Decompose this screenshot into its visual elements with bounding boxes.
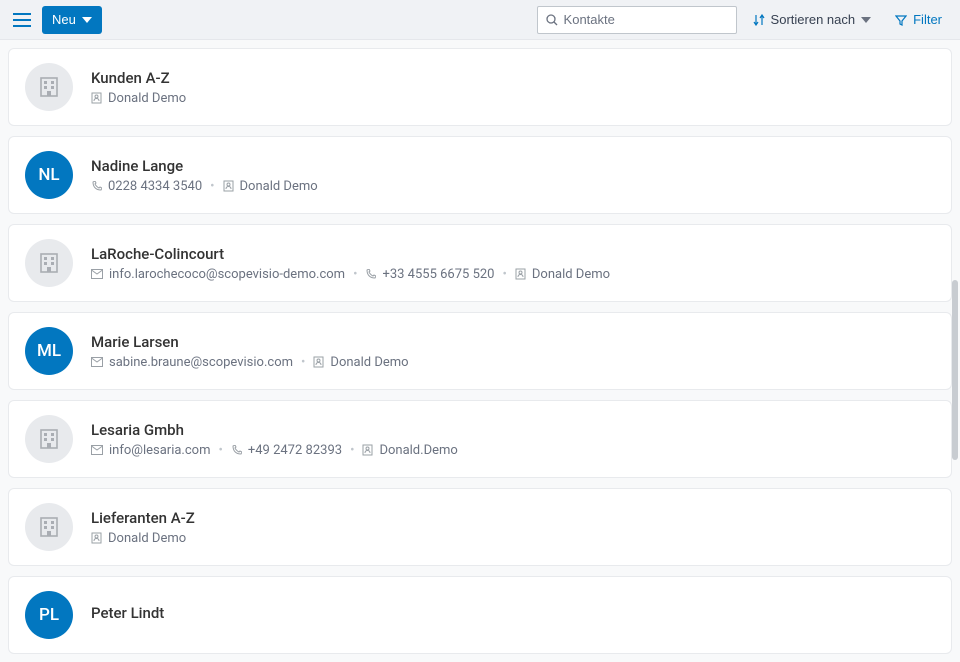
user-icon bbox=[515, 268, 526, 280]
mail-icon bbox=[91, 357, 103, 367]
user-icon bbox=[362, 444, 373, 456]
contact-card[interactable]: Lesaria Gmbh info@lesaria.com • +49 2472 82… bbox=[8, 400, 952, 478]
separator: • bbox=[301, 355, 305, 370]
mail-icon bbox=[91, 269, 103, 279]
filter-button[interactable]: Filter bbox=[887, 6, 950, 34]
separator: • bbox=[210, 179, 214, 194]
sort-label: Sortieren nach bbox=[771, 12, 856, 27]
user-icon bbox=[223, 180, 234, 192]
phone-icon bbox=[231, 445, 242, 456]
building-icon bbox=[37, 515, 61, 539]
contact-name: Marie Larsen bbox=[91, 333, 409, 351]
search-icon bbox=[546, 14, 558, 26]
contact-owner: Donald.Demo bbox=[379, 443, 457, 458]
contact-meta: 0228 4334 3540 • Donald Demo bbox=[91, 179, 318, 194]
sort-button[interactable]: Sortieren nach bbox=[745, 6, 880, 34]
menu-button[interactable] bbox=[10, 8, 34, 32]
filter-icon bbox=[895, 14, 907, 26]
person-avatar: ML bbox=[25, 327, 73, 375]
separator: • bbox=[353, 267, 357, 282]
toolbar: Neu Sortieren nach Filter bbox=[0, 0, 960, 40]
contact-meta: info@lesaria.com • +49 2472 82393 • Donald.D… bbox=[91, 443, 458, 458]
filter-label: Filter bbox=[913, 12, 942, 27]
contact-card[interactable]: ML Marie Larsen sabine.braune@scopevisio.c… bbox=[8, 312, 952, 390]
avatar-initials: ML bbox=[37, 341, 61, 361]
avatar-initials: NL bbox=[38, 165, 59, 185]
building-icon bbox=[37, 75, 61, 99]
new-button-label: Neu bbox=[52, 12, 76, 27]
avatar-initials: PL bbox=[39, 605, 59, 625]
sort-icon bbox=[753, 14, 765, 26]
mail-icon bbox=[91, 445, 103, 455]
phone-icon bbox=[91, 181, 102, 192]
user-icon bbox=[91, 532, 102, 544]
contact-email: info.larochecoco@scopevisio-demo.com bbox=[109, 267, 345, 282]
company-avatar bbox=[25, 415, 73, 463]
company-avatar bbox=[25, 63, 73, 111]
contact-owner: Donald Demo bbox=[240, 179, 318, 194]
search-box[interactable] bbox=[537, 6, 737, 34]
contact-card[interactable]: Lieferanten A-Z Donald Demo bbox=[8, 488, 952, 566]
scrollbar-thumb[interactable] bbox=[952, 280, 958, 460]
chevron-down-icon bbox=[82, 17, 92, 23]
contact-name: Nadine Lange bbox=[91, 157, 318, 175]
person-avatar: NL bbox=[25, 151, 73, 199]
contact-owner: Donald Demo bbox=[108, 531, 186, 546]
contact-meta: info.larochecoco@scopevisio-demo.com • +33… bbox=[91, 267, 610, 282]
contact-card[interactable]: PL Peter Lindt bbox=[8, 576, 952, 654]
person-avatar: PL bbox=[25, 591, 73, 639]
contact-phone: +49 2472 82393 bbox=[248, 443, 342, 458]
separator: • bbox=[218, 443, 222, 458]
company-avatar bbox=[25, 503, 73, 551]
user-icon bbox=[313, 356, 324, 368]
contact-card[interactable]: NL Nadine Lange 0228 4334 3540 • Donald Demo bbox=[8, 136, 952, 214]
contact-meta: sabine.braune@scopevisio.com • Donald Demo bbox=[91, 355, 409, 370]
contact-email: info@lesaria.com bbox=[109, 443, 210, 458]
search-input[interactable] bbox=[564, 12, 728, 27]
user-icon bbox=[91, 92, 102, 104]
separator: • bbox=[350, 443, 354, 458]
contact-name: Lesaria Gmbh bbox=[91, 421, 458, 439]
contact-phone: 0228 4334 3540 bbox=[108, 179, 202, 194]
contact-owner: Donald Demo bbox=[330, 355, 408, 370]
contact-name: Peter Lindt bbox=[91, 604, 164, 622]
chevron-down-icon bbox=[861, 17, 871, 23]
contact-owner: Donald Demo bbox=[532, 267, 610, 282]
contact-list: Kunden A-Z Donald Demo NL Nadine Lange 0228 … bbox=[0, 40, 960, 662]
contact-meta: Donald Demo bbox=[91, 531, 195, 546]
contact-card[interactable]: LaRoche-Colincourt info.larochecoco@scope… bbox=[8, 224, 952, 302]
contact-phone: +33 4555 6675 520 bbox=[382, 267, 494, 282]
contact-name: Kunden A-Z bbox=[91, 69, 186, 87]
new-button[interactable]: Neu bbox=[42, 6, 102, 34]
contact-card[interactable]: Kunden A-Z Donald Demo bbox=[8, 48, 952, 126]
contact-name: LaRoche-Colincourt bbox=[91, 245, 610, 263]
building-icon bbox=[37, 427, 61, 451]
contact-email: sabine.braune@scopevisio.com bbox=[109, 355, 293, 370]
company-avatar bbox=[25, 239, 73, 287]
contact-name: Lieferanten A-Z bbox=[91, 509, 195, 527]
hamburger-icon bbox=[13, 13, 31, 27]
separator: • bbox=[502, 267, 506, 282]
building-icon bbox=[37, 251, 61, 275]
contact-meta: Donald Demo bbox=[91, 91, 186, 106]
phone-icon bbox=[365, 269, 376, 280]
contact-owner: Donald Demo bbox=[108, 91, 186, 106]
